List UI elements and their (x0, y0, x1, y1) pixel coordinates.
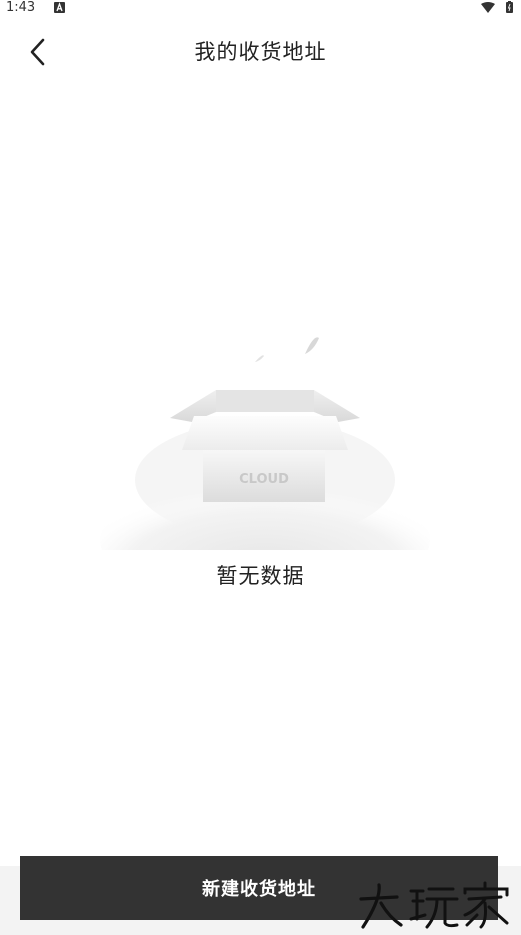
empty-state-message: 暂无数据 (216, 564, 305, 588)
wifi-icon (481, 2, 495, 13)
empty-box-icon: CLOUD (100, 337, 430, 550)
status-time: 1:43 (6, 0, 36, 15)
box-label: CLOUD (239, 472, 289, 487)
page-title: 我的收货地址 (194, 40, 327, 64)
a-letter-icon (54, 2, 65, 13)
header: 我的收货地址 (0, 22, 521, 82)
battery-icon (506, 1, 513, 13)
watermark-logo (359, 881, 509, 929)
status-bar: 1:43 (0, 0, 521, 16)
